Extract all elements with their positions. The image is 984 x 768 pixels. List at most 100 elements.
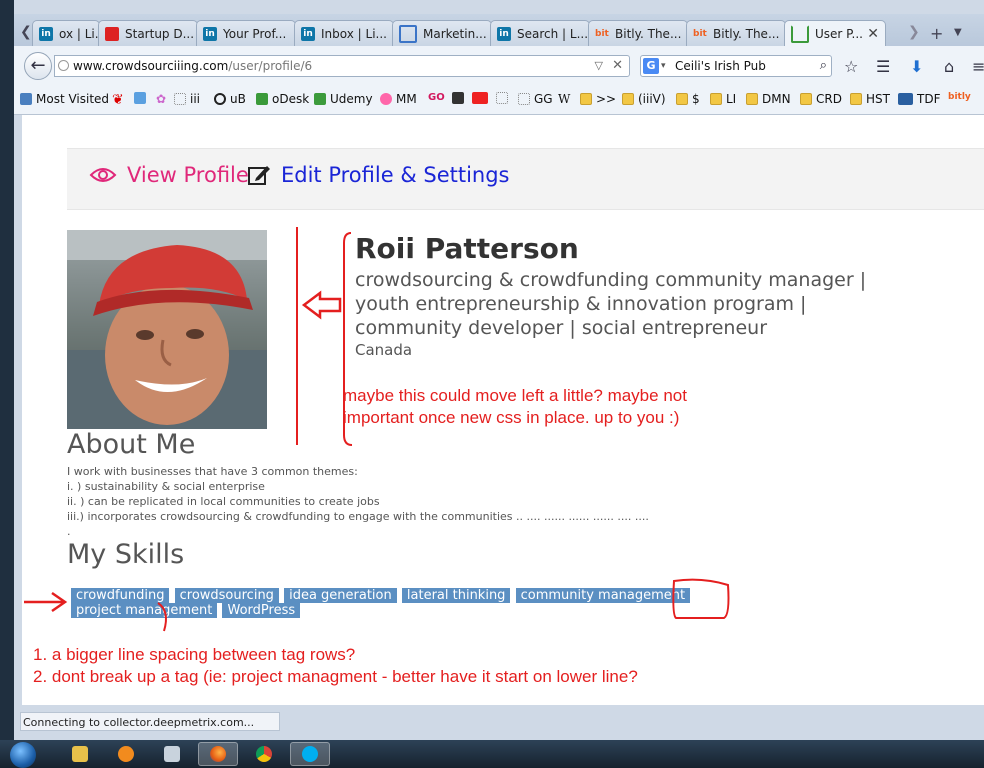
tab-label: Bitly. The... [615,26,682,41]
taskbar-chrome[interactable] [244,742,284,766]
bookmark-folder-hst[interactable]: HST [850,92,890,106]
folder-icon [580,93,592,105]
dotted-box-icon [496,92,508,104]
bookmark-label: oDesk [272,92,310,106]
bookmark-label: uB [230,92,246,106]
list-tabs-icon[interactable]: ▼ [954,27,962,38]
close-tab-icon[interactable]: ✕ [867,26,879,42]
bookmarks-list-icon[interactable]: ☰ [876,57,890,76]
folder-icon [746,93,758,105]
tab-4[interactable]: in Inbox | Li... [294,20,394,46]
downloads-icon[interactable]: ⬇ [910,57,923,76]
tab-5[interactable]: Marketin... [392,20,492,46]
folder-icon [622,93,634,105]
bookmark-bitly[interactable]: bitly [948,92,971,102]
go-icon: GO [428,92,445,103]
back-arrow-icon: ← [30,55,46,76]
bookmark-tdf[interactable]: TDF [898,92,940,106]
bookmark-label: CRD [816,92,842,106]
translate-icon [134,92,146,104]
bookmark-mm[interactable]: MM [380,92,417,106]
url-path: /user/profile/6 [228,59,313,73]
bookmark-folder-more[interactable]: >> [580,92,616,106]
udemy-icon [314,93,326,105]
url-domain: www.crowdsourciiing.com [73,59,229,73]
bookmark-ub[interactable]: uB [214,92,246,106]
tab-6[interactable]: in Search | L... [490,20,590,46]
bookmark-youtube[interactable] [472,92,492,104]
taskbar-skype[interactable] [290,742,330,766]
taskbar-window[interactable] [152,742,192,766]
bookmark-label: MM [396,92,417,106]
bookmark-iii[interactable]: iii [174,92,200,106]
bookmark-flower[interactable]: ✿ [156,92,166,106]
bookmark-folder-dmn[interactable]: DMN [746,92,791,106]
flower-icon: ✿ [156,92,167,106]
browser-window: ❮ in ox | Li... Startup D... in Your Pro… [14,0,984,740]
url-bar[interactable]: www.crowdsourciiing.com/user/profile/6 ▽… [54,55,630,77]
bookmark-star-icon[interactable]: ☆ [844,57,858,76]
explorer-icon [72,746,88,762]
taskbar-explorer[interactable] [60,742,100,766]
tab-8[interactable]: bit Bitly. The... [686,20,786,46]
odesk-icon [256,93,268,105]
scroll-tabs-right-icon[interactable]: ❯ [908,24,920,40]
bookmark-folder-dollar[interactable]: $ [676,92,700,106]
bookmark-maple-leaf[interactable]: ❦ [112,92,124,108]
tab-label: Startup D... [125,26,195,41]
bookmark-folder-iiiv[interactable]: (iiiV) [622,92,666,106]
bookmark-label: GG [534,92,553,106]
bitly-icon: bitly [948,92,971,102]
back-button[interactable]: ← [24,52,52,80]
bookmark-blank[interactable] [496,92,512,104]
status-bar: Connecting to collector.deepmetrix.com..… [20,712,280,731]
menu-icon[interactable]: ≡ [972,57,984,76]
bookmark-label: Udemy [330,92,373,106]
marketing-icon [399,24,417,43]
tab-2[interactable]: Startup D... [98,20,198,46]
annotation-note-2-line-2: 2. dont break up a tag (ie: project mana… [33,667,638,686]
search-engine-dropdown-icon[interactable]: ▾ [661,56,666,76]
firefox-icon [210,746,226,762]
bookmark-gg[interactable]: GG [518,92,553,106]
bookmark-folder-li[interactable]: LI [710,92,736,106]
bookmark-udemy[interactable]: Udemy [314,92,373,106]
wikipedia-icon: W [558,92,571,106]
bookmark-folder-crd[interactable]: CRD [800,92,842,106]
stop-icon[interactable]: ✕ [612,56,623,76]
home-icon[interactable]: ⌂ [944,57,954,76]
most-visited-icon [20,93,32,105]
tab-7[interactable]: bit Bitly. The... [588,20,688,46]
tab-1[interactable]: in ox | Li... [32,20,100,46]
taskbar-media-player[interactable] [106,742,146,766]
bookmark-label: LI [726,92,737,106]
linkedin-icon: in [497,26,511,41]
search-bar[interactable]: G ▾ Ceili's Irish Pub ⌕ [640,55,832,77]
linkedin-icon: in [39,26,53,41]
tab-label: User P... [815,26,863,41]
bookmark-wikipedia[interactable]: W [558,92,570,106]
bookmark-odesk[interactable]: oDesk [256,92,309,106]
new-tab-icon[interactable]: + [930,24,943,43]
bitly-icon: bit [693,28,707,39]
start-button[interactable] [10,742,36,768]
bookmark-label: iii [190,92,201,106]
dotted-box-icon [518,93,530,105]
skype-icon [302,746,318,762]
bookmark-most-visited[interactable]: Most Visited [20,92,109,106]
url-dropdown-icon[interactable]: ▽ [595,56,603,76]
bookmark-translate[interactable] [134,92,150,104]
folder-icon [850,93,862,105]
bookmark-owl[interactable] [452,92,468,104]
annotation-note-2-line-1: 1. a bigger line spacing between tag row… [33,645,356,664]
bookmark-go[interactable]: GO [428,92,445,103]
globe-icon [58,60,69,71]
tab-active-user-profile[interactable]: User P... ✕ [784,20,886,46]
google-icon[interactable]: G [643,58,659,74]
folder-icon [710,93,722,105]
scroll-tabs-left-icon[interactable]: ❮ [20,24,32,40]
tab-label: Your Prof... [223,26,287,41]
taskbar-firefox[interactable] [198,742,238,766]
tab-3[interactable]: in Your Prof... [196,20,296,46]
search-icon[interactable]: ⌕ [820,56,827,76]
